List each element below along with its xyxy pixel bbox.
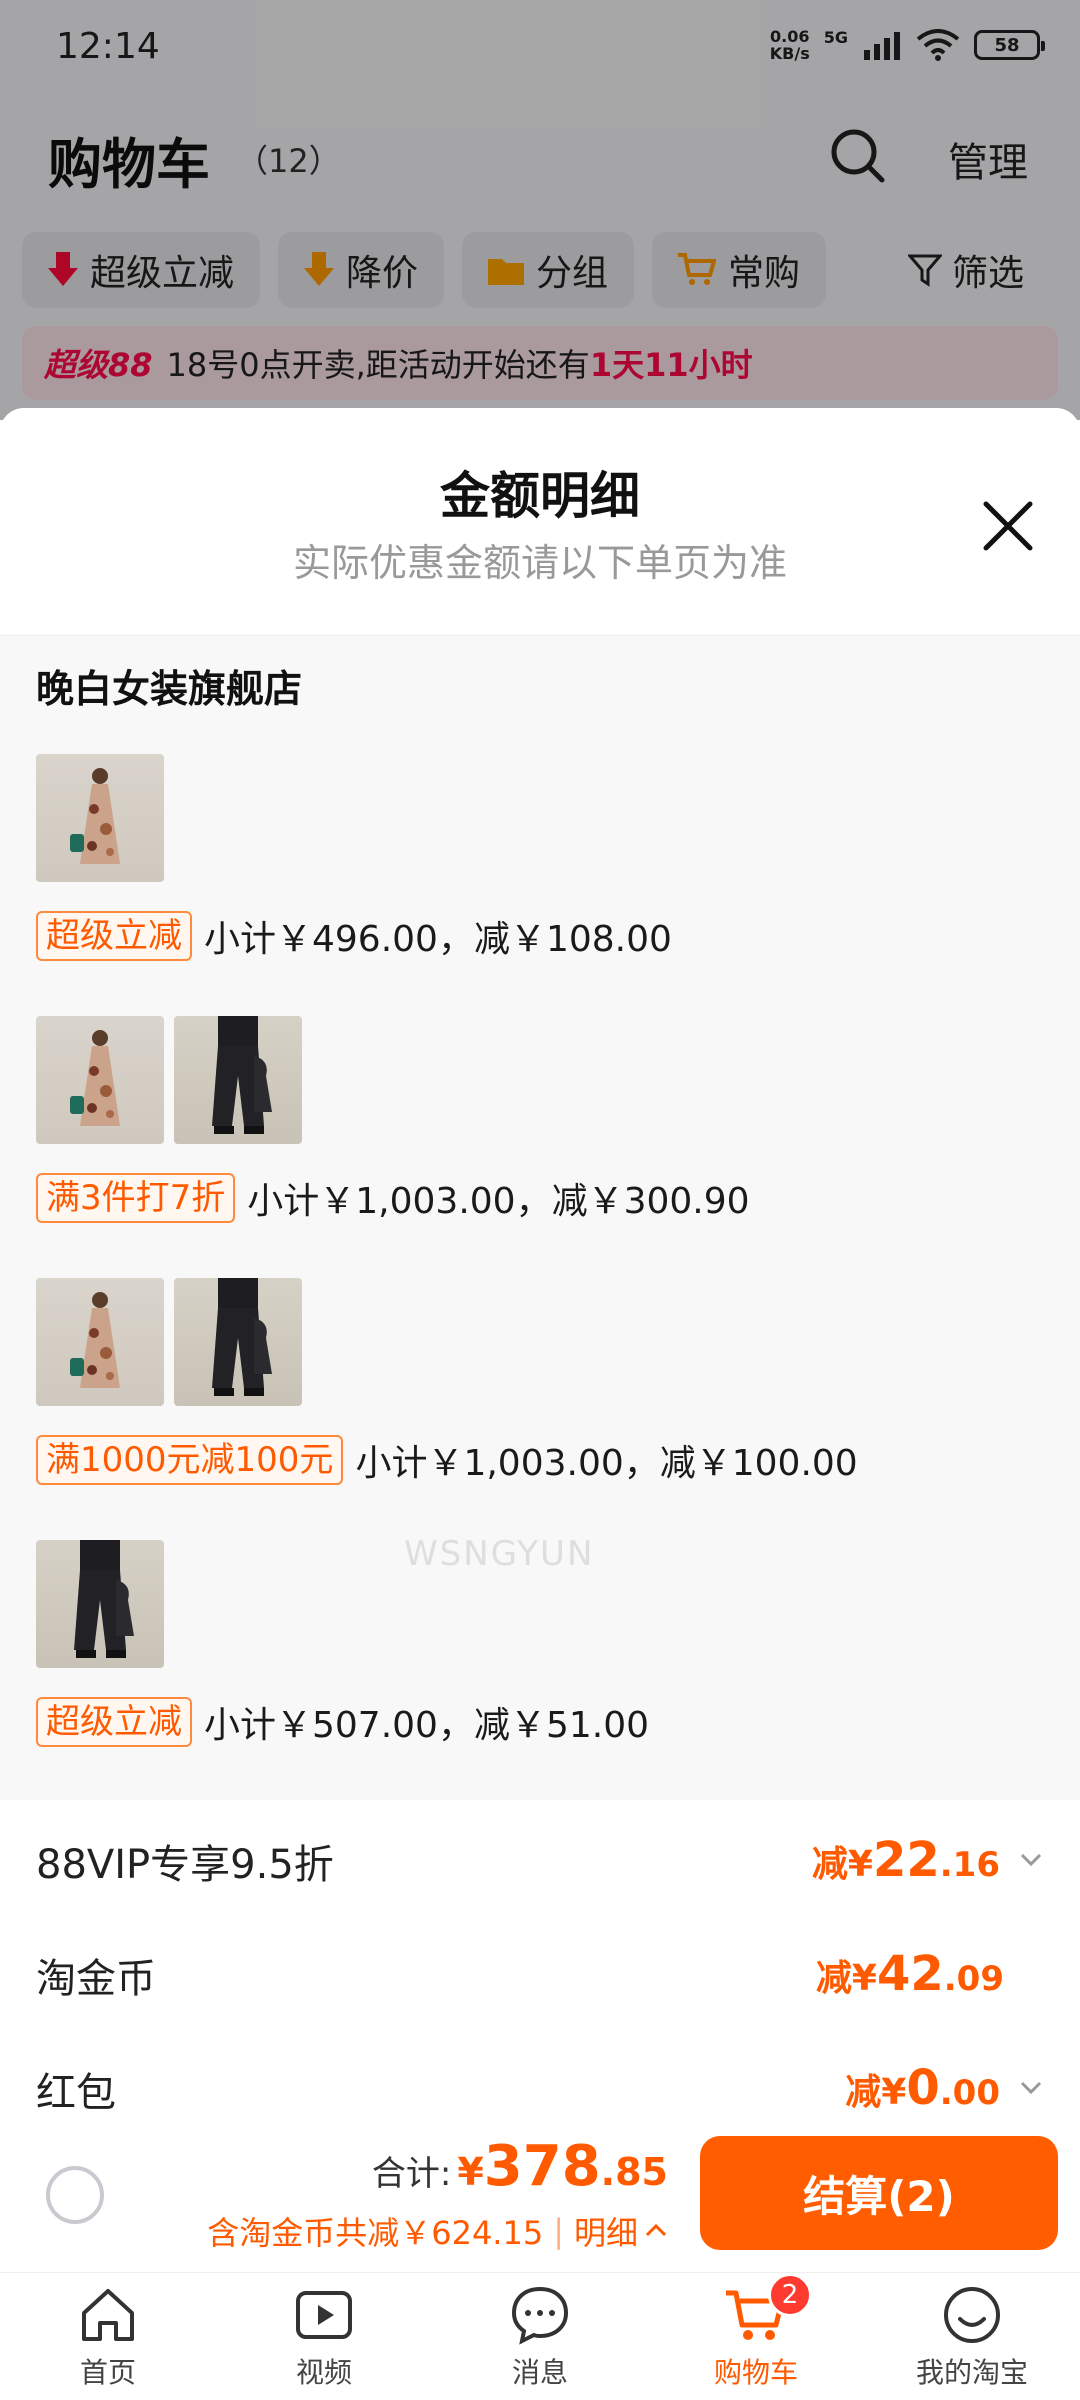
pants-image: [212, 1278, 272, 1396]
product-thumbnail-dress[interactable]: [36, 1016, 164, 1144]
profile-icon: [944, 2287, 1000, 2343]
pants-image: [74, 1540, 134, 1658]
promo-subtotal: 小计￥1,003.00，减￥300.90: [247, 1181, 750, 1222]
discount-row-88vip[interactable]: 88VIP专享9.5折 减¥ 22 .16: [36, 1832, 1044, 1892]
promo-subtotal: 小计￥496.00，减￥108.00: [204, 919, 672, 960]
discount-row-redpacket[interactable]: 红包 减¥ 0 .00: [36, 2060, 1044, 2120]
close-icon[interactable]: [976, 494, 1040, 558]
promo-tag: 满3件打7折: [36, 1173, 236, 1223]
product-thumbnail-dress[interactable]: [36, 1278, 164, 1406]
bottom-nav: 首页 视频 消息 2 购物车 我的淘宝: [0, 2272, 1080, 2400]
cart-badge: 2: [768, 2273, 812, 2317]
promo-tag: 超级立减: [36, 1697, 192, 1747]
saving-summary: 含淘金币共减￥624.15 | 明细: [207, 2208, 668, 2254]
discount-label: 红包: [36, 2070, 116, 2116]
sheet-header: 金额明细 实际优惠金额请以下单页为准: [0, 408, 1080, 636]
dress-image: [70, 1030, 120, 1126]
discount-value: 减¥ 22 .16: [812, 1832, 1044, 1888]
sheet-title: 金额明细: [440, 467, 640, 525]
promo-tag: 满1000元减100元: [36, 1435, 344, 1485]
nav-profile[interactable]: 我的淘宝: [864, 2273, 1080, 2400]
total-amount: 合计: ¥ 378 .85: [371, 2134, 668, 2199]
chevron-up-icon: [645, 2223, 667, 2237]
watermark: WSNGYUN: [404, 1534, 595, 1574]
dress-image: [70, 1292, 120, 1388]
home-icon: [82, 2289, 134, 2341]
product-thumbnail-pants[interactable]: [36, 1540, 164, 1668]
discount-value: 减¥ 0 .00: [845, 2060, 1044, 2116]
separator: |: [553, 2212, 564, 2250]
nav-cart[interactable]: 2 购物车: [648, 2273, 864, 2400]
nav-home[interactable]: 首页: [0, 2273, 216, 2400]
promo-tag: 超级立减: [36, 911, 192, 961]
chevron-down-icon: [1020, 1853, 1042, 1867]
promo-subtotal: 小计￥1,003.00，减￥100.00: [355, 1443, 858, 1484]
video-icon: [296, 2291, 352, 2339]
sheet-subtitle: 实际优惠金额请以下单页为准: [292, 541, 787, 585]
store-name: 晚白女装旗舰店: [36, 667, 303, 711]
nav-video[interactable]: 视频: [216, 2273, 432, 2400]
detail-toggle[interactable]: 明细: [574, 2208, 668, 2254]
product-thumbnail-pants[interactable]: [174, 1278, 302, 1406]
promo-group: 超级立减 小计￥496.00，减￥108.00: [36, 754, 672, 962]
product-thumbnail-dress[interactable]: [36, 754, 164, 882]
message-icon: [511, 2286, 569, 2345]
discount-label: 淘金币: [36, 1956, 156, 2002]
checkout-button[interactable]: 结算(2): [700, 2136, 1058, 2250]
chevron-down-icon: [1020, 2081, 1042, 2095]
total-label: 合计:: [371, 2154, 452, 2194]
promo-group: 满3件打7折 小计￥1,003.00，减￥300.90: [36, 1016, 750, 1224]
modal-overlay[interactable]: [0, 0, 1080, 420]
dress-image: [70, 768, 120, 864]
saving-text: 含淘金币共减￥624.15: [207, 2214, 544, 2252]
nav-message[interactable]: 消息: [432, 2273, 648, 2400]
pants-image: [212, 1016, 272, 1134]
discount-row-taojinbi: 淘金币 减¥ 42 .09: [36, 1946, 1044, 2006]
discount-value: 减¥ 42 .09: [815, 1946, 1004, 2002]
checkout-bar: 合计: ¥ 378 .85 含淘金币共减￥624.15 | 明细 结算(2): [0, 2124, 1080, 2272]
product-thumbnail-pants[interactable]: [174, 1016, 302, 1144]
promo-group: 满1000元减100元 小计￥1,003.00，减￥100.00: [36, 1278, 858, 1486]
discount-label: 88VIP专享9.5折: [36, 1842, 334, 1888]
select-all-checkbox[interactable]: [46, 2166, 104, 2224]
promo-subtotal: 小计￥507.00，减￥51.00: [204, 1705, 650, 1746]
